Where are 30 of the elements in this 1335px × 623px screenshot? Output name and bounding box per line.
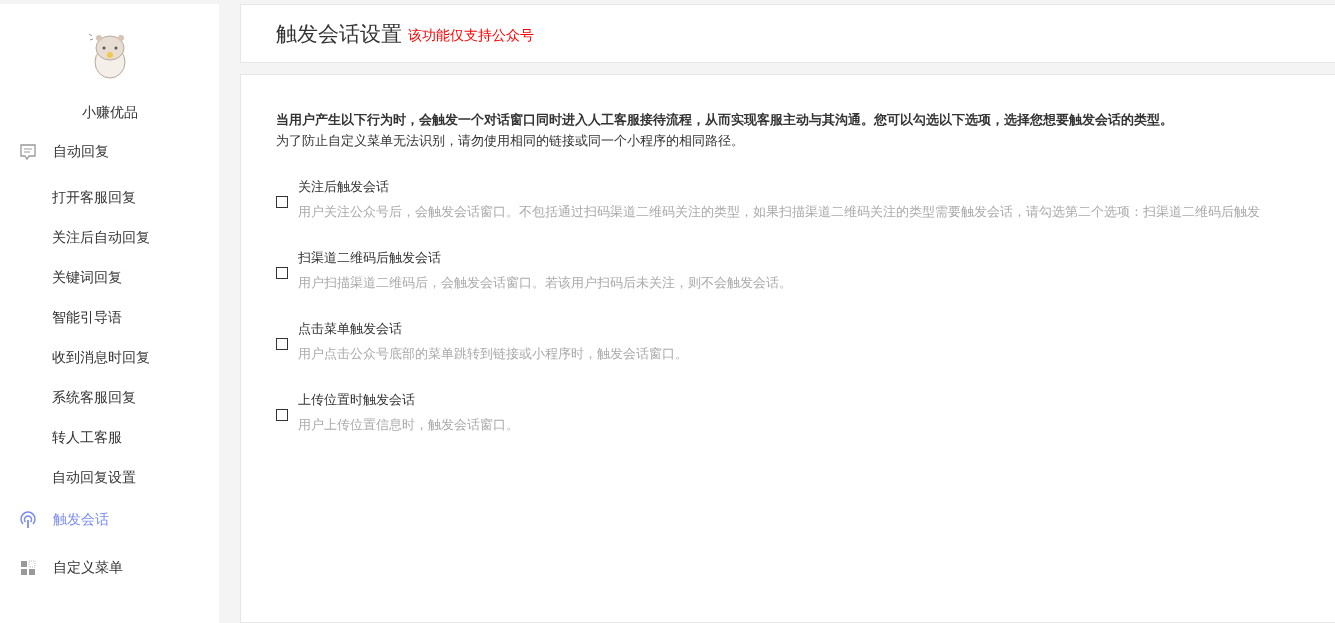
submenu-item[interactable]: 自动回复设置 <box>0 468 219 488</box>
checkbox[interactable] <box>276 195 288 208</box>
notice-text: 该功能仅支持公众号 <box>408 26 534 45</box>
checkbox[interactable] <box>276 337 288 350</box>
option-label: 上传位置时触发会话 <box>298 391 416 409</box>
submenu-item[interactable]: 关键词回复 <box>0 268 219 288</box>
intro-text: 当用户产生以下行为时，会触发一个对话窗口同时进入人工客服接待流程，从而实现客服主动与其沟通。您可以勾选以下选项，选择您想要触发会话的类型。 <box>276 111 1174 129</box>
checkbox[interactable] <box>276 266 288 279</box>
submenu-item[interactable]: 智能引导语 <box>0 308 219 328</box>
chat-icon <box>19 143 37 161</box>
submenu-item[interactable]: 收到消息时回复 <box>0 348 219 368</box>
sidebar-item[interactable]: 自定义菜单 <box>0 558 219 578</box>
option-description: 用户点击公众号底部的菜单跳转到链接或小程序时，触发会话窗口。 <box>298 345 688 363</box>
submenu-item[interactable]: 关注后自动回复 <box>0 228 219 248</box>
option-label: 扫渠道二维码后触发会话 <box>298 249 442 267</box>
option-label: 关注后触发会话 <box>298 178 390 196</box>
option-description: 用户关注公众号后，会触发会话窗口。不包括通过扫码渠道二维码关注的类型，如果扫描渠道二维码关注的类型需要触发会话，请勾选第二个选项：扫渠道二维码后触发 <box>298 203 1260 221</box>
grid-icon <box>20 560 36 576</box>
page-title: 触发会话设置 <box>276 20 402 48</box>
option-label: 点击菜单触发会话 <box>298 320 403 338</box>
brand-name: 小赚优品 <box>80 104 139 122</box>
submenu-item[interactable]: 打开客服回复 <box>0 188 219 208</box>
submenu-item[interactable]: 系统客服回复 <box>0 388 219 408</box>
sidebar-item[interactable]: 自动回复 <box>0 142 219 162</box>
option-description: 用户上传位置信息时，触发会话窗口。 <box>298 416 519 434</box>
checkbox[interactable] <box>276 408 288 421</box>
option-description: 用户扫描渠道二维码后，会触发会话窗口。若该用户扫码后未关注，则不会触发会话。 <box>298 274 792 292</box>
note-text: 为了防止自定义菜单无法识别，请勿使用相同的链接或同一个小程序的相同路径。 <box>276 132 745 150</box>
submenu-item[interactable]: 转人工客服 <box>0 428 219 448</box>
broadcast-icon <box>19 511 37 529</box>
